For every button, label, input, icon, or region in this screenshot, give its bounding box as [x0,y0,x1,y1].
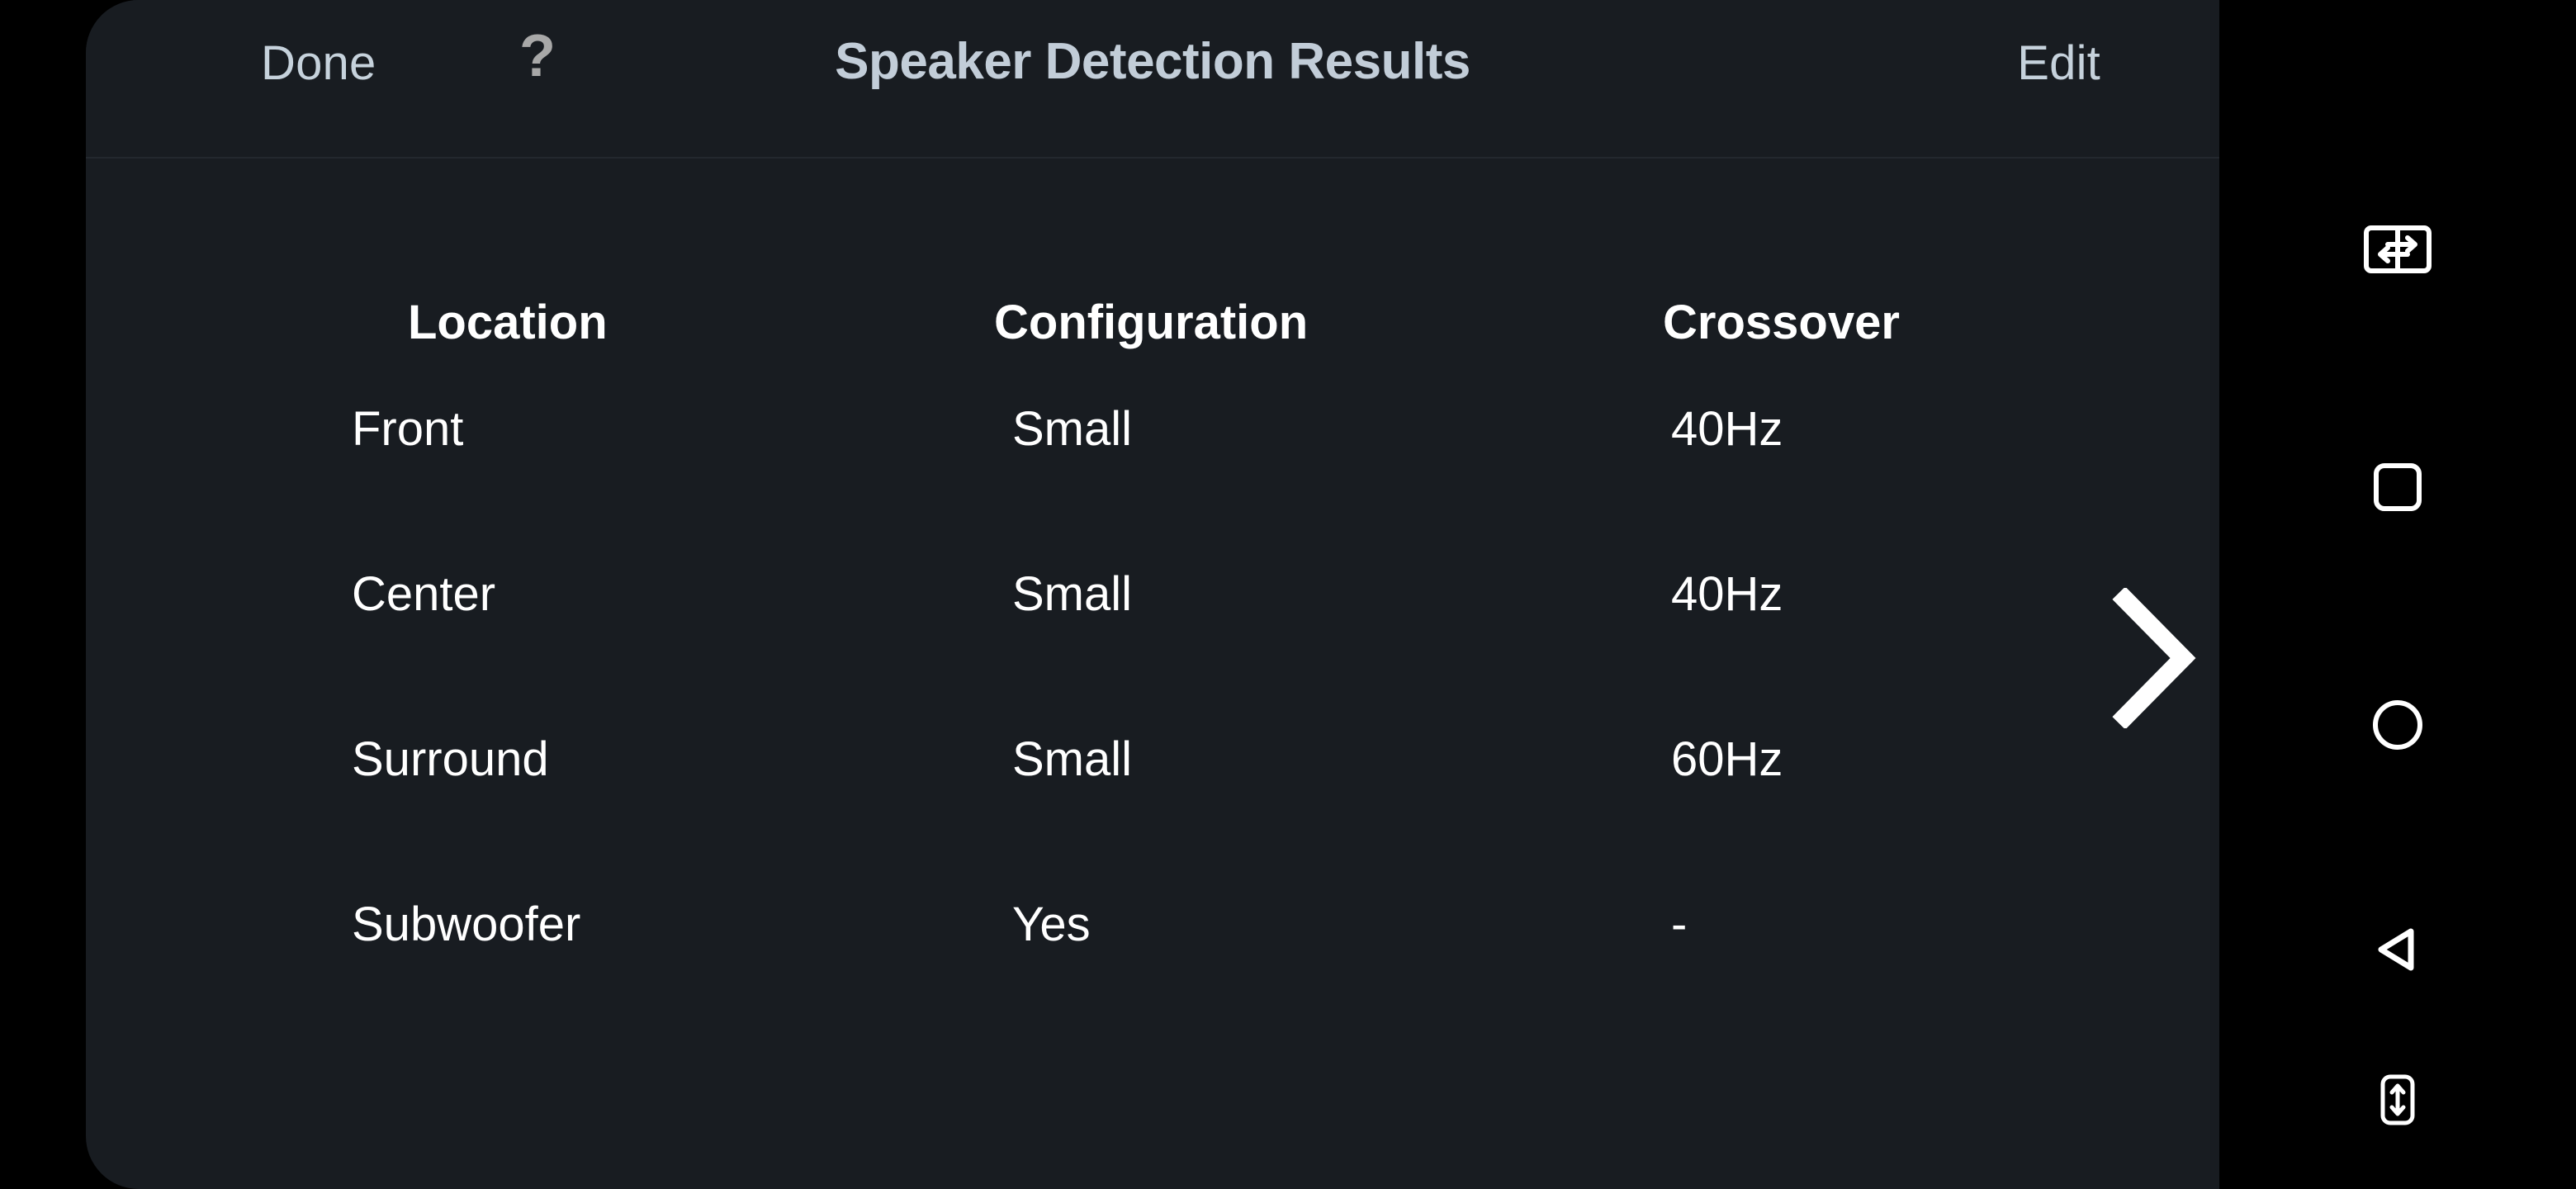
cell-location: Subwoofer [352,898,581,951]
navigation-bar: Done ? Speaker Detection Results Edit [86,0,2219,159]
home-icon[interactable] [2348,675,2447,775]
table-row[interactable]: Front Small 40Hz [86,347,2219,512]
page-title: Speaker Detection Results [835,33,1470,90]
table-header-row: Location Configuration Crossover [86,157,2219,347]
column-header-location: Location [408,296,608,349]
cell-configuration: Yes [1012,898,1091,951]
table-row[interactable]: Surround Small 60Hz [86,677,2219,842]
column-header-configuration: Configuration [994,296,1309,349]
cell-crossover: 60Hz [1671,732,1783,786]
column-header-crossover: Crossover [1663,296,1900,349]
cell-location: Surround [352,732,549,786]
speaker-results-table: Location Configuration Crossover Front S… [86,157,2219,1007]
edit-button[interactable]: Edit [2017,40,2100,88]
table-row[interactable]: Subwoofer Yes - [86,842,2219,1007]
system-navigation-rail [2219,0,2576,1189]
screen-root: Done ? Speaker Detection Results Edit Lo… [0,0,2576,1189]
chevron-right-icon[interactable] [2107,586,2198,730]
cell-configuration: Small [1012,402,1133,456]
cell-location: Front [352,402,464,456]
cell-crossover: 40Hz [1671,402,1783,456]
screen-switch-icon[interactable] [2348,200,2447,299]
cell-crossover: - [1671,898,1688,951]
cell-configuration: Small [1012,567,1133,621]
cell-crossover: 40Hz [1671,567,1783,621]
back-icon[interactable] [2348,900,2447,999]
recents-icon[interactable] [2348,438,2447,537]
app-panel: Done ? Speaker Detection Results Edit Lo… [86,0,2219,1189]
rotate-screen-icon[interactable] [2348,1050,2447,1149]
table-row[interactable]: Center Small 40Hz [86,512,2219,677]
cell-configuration: Small [1012,732,1133,786]
cell-location: Center [352,567,496,621]
